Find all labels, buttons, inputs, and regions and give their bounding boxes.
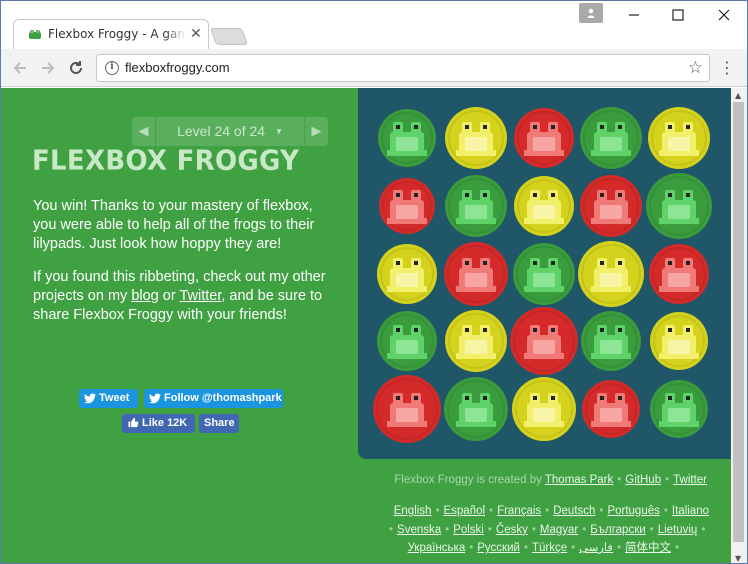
scroll-down-icon[interactable]: ▼ [735, 554, 741, 563]
language-row-1: English • Español • Français • Deutsch • Portugu… [393, 505, 709, 517]
lang-ukrainian[interactable]: Українська [408, 542, 466, 554]
separator: • [665, 474, 670, 486]
facebook-like-button[interactable]: Like 12K [122, 414, 195, 433]
scroll-thumb[interactable] [733, 102, 744, 542]
tweet-label: Tweet [99, 392, 130, 404]
vertical-scrollbar[interactable]: ▲ ▼ [731, 88, 747, 563]
logo: FLEXBOX FROGGY [32, 145, 300, 177]
twitter-bird-icon [84, 393, 96, 404]
follow-label: Follow @thomashpark [164, 392, 282, 404]
title-bar: Flexbox Froggy - A game for learning CSS… [1, 1, 747, 49]
lang-polski[interactable]: Polski [453, 524, 484, 536]
level-label: Level 24 of 24 [177, 123, 266, 139]
follow-button[interactable]: Follow @thomashpark [144, 389, 283, 408]
facebook-share-button[interactable]: Share [199, 414, 239, 433]
bookmark-star-icon[interactable]: ☆ [688, 58, 703, 78]
forward-arrow-icon[interactable] [37, 57, 59, 79]
level-selector: ◀ Level 24 of 24 ▼ ▶ [132, 117, 328, 146]
url-text[interactable]: flexboxfroggy.com [125, 60, 230, 75]
win-message: You win! Thanks to your mastery of flexb… [33, 198, 315, 252]
maximize-button[interactable] [663, 5, 693, 27]
lang-english[interactable]: English [394, 505, 432, 517]
language-row-3: Українська • Русский • Türkçe • فارسی • 简体中文 • [407, 542, 679, 554]
lang-turkce[interactable]: Türkçe [532, 542, 567, 554]
lang-espanol[interactable]: Español [443, 505, 485, 517]
frog-favicon-icon [29, 30, 41, 39]
lang-magyar[interactable]: Magyar [540, 524, 578, 536]
credits-twitter-link[interactable]: Twitter [673, 474, 707, 486]
browser-menu-icon[interactable]: ⋮ [719, 57, 735, 79]
browser-toolbar: i flexboxfroggy.com ☆ ⋮ [1, 49, 747, 87]
close-window-button[interactable] [709, 5, 739, 27]
github-link[interactable]: GitHub [625, 474, 661, 486]
lang-chinese[interactable]: 简体中文 [625, 542, 671, 554]
twitter-bird-icon [149, 393, 161, 404]
reload-icon[interactable] [65, 57, 87, 79]
share-text-2: or [158, 288, 180, 304]
language-list: English • Español • Français • Deutsch • Portugu… [385, 502, 709, 558]
level-indicator[interactable]: Level 24 of 24 ▼ [158, 117, 302, 146]
thumbs-up-icon [128, 417, 139, 428]
lang-deutsch[interactable]: Deutsch [553, 505, 595, 517]
lang-farsi[interactable]: فارسی [579, 542, 613, 554]
new-tab-button[interactable] [209, 28, 249, 45]
tab-close-icon[interactable]: ✕ [190, 26, 202, 42]
lang-cesky[interactable]: Česky [496, 524, 528, 536]
address-bar[interactable]: i flexboxfroggy.com ☆ [96, 54, 710, 82]
author-link[interactable]: Thomas Park [545, 474, 613, 486]
lang-portugues[interactable]: Português [607, 505, 659, 517]
next-level-button[interactable]: ▶ [304, 117, 328, 146]
previous-level-button[interactable]: ◀ [132, 117, 156, 146]
profile-icon[interactable] [579, 3, 603, 23]
share-message: If you found this ribbeting, check out m… [33, 268, 333, 325]
info-icon[interactable]: i [105, 61, 119, 75]
tab-title: Flexbox Froggy - A game for learning CSS… [48, 27, 186, 41]
pond-grid [373, 107, 712, 443]
like-label: Like 12K [142, 417, 188, 429]
caret-down-icon: ▼ [274, 127, 283, 136]
lang-francais[interactable]: Français [497, 505, 541, 517]
page-content: ◀ Level 24 of 24 ▼ ▶ FLEXBOX FROGGY You … [1, 88, 731, 563]
separator: • [617, 474, 622, 486]
browser-tab[interactable]: Flexbox Froggy - A game for learning CSS… [13, 19, 209, 49]
pond-board [358, 88, 731, 459]
lang-lietuviu[interactable]: Lietuvių [658, 524, 698, 536]
minimize-button[interactable] [619, 5, 649, 27]
lang-svenska[interactable]: Svenska [397, 524, 441, 536]
credits-line: Flexbox Froggy is created by Thomas Park… [391, 474, 707, 486]
scroll-up-icon[interactable]: ▲ [735, 91, 741, 100]
back-arrow-icon[interactable] [9, 57, 31, 79]
lang-bulgarian[interactable]: Български [590, 524, 645, 536]
lang-italiano[interactable]: Italiano [672, 505, 709, 517]
lang-russian[interactable]: Русский [477, 542, 520, 554]
twitter-link[interactable]: Twitter [179, 288, 221, 304]
credits-prefix: Flexbox Froggy is created by [394, 474, 545, 486]
browser-window: Flexbox Froggy - A game for learning CSS… [0, 0, 748, 564]
blog-link[interactable]: blog [131, 288, 158, 304]
tweet-button[interactable]: Tweet [79, 389, 138, 408]
language-row-2: • Svenska • Polski • Česky • Magyar • Български • L… [389, 523, 706, 536]
